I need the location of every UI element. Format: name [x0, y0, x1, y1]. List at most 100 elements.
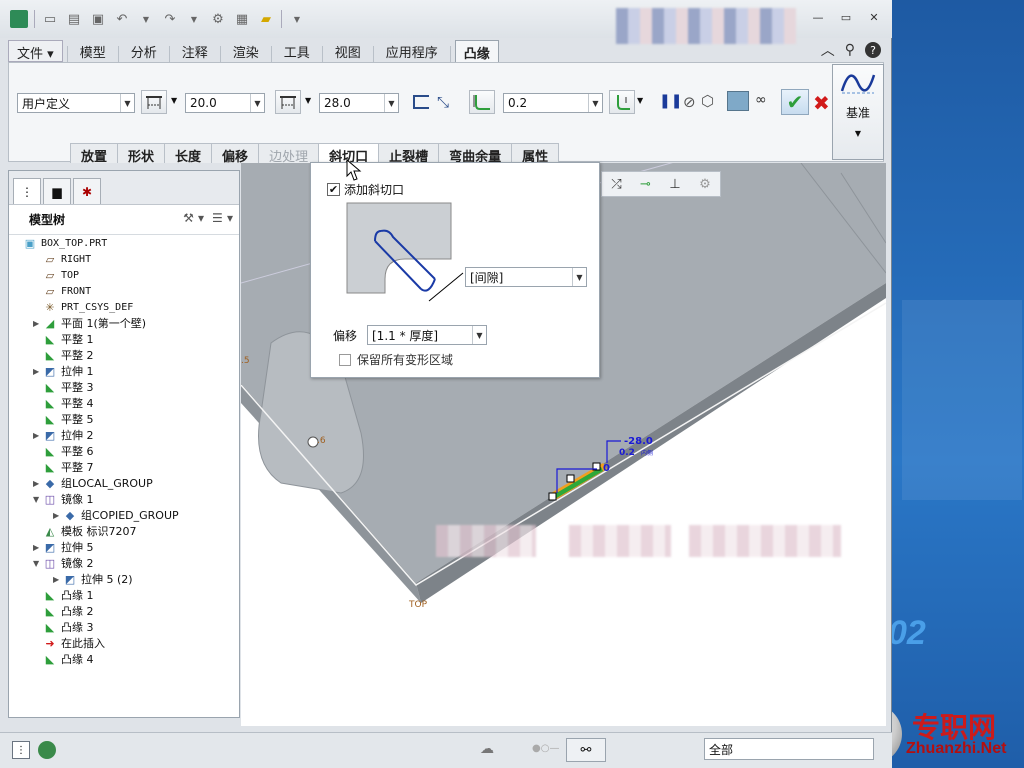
model-tree-toggle-icon[interactable]: ⋮ [12, 741, 30, 759]
undo-icon[interactable]: ↶ [113, 10, 131, 28]
tree-node[interactable]: ◣ 平整 7 [33, 459, 94, 475]
new-file-icon[interactable]: ▭ [41, 10, 59, 28]
tree-node[interactable]: ▶ ◩ 拉伸 5 [33, 539, 94, 555]
model-tree-tab-icon[interactable]: ⋮ [13, 178, 41, 204]
tab-file[interactable]: 文件 ▾ [8, 40, 63, 62]
profile-sketch-icon[interactable] [413, 95, 429, 109]
collapse-ribbon-icon[interactable]: ︿ [821, 40, 835, 60]
regenerate-icon[interactable]: ⚙ [209, 10, 227, 28]
maximize-icon[interactable]: ▭ [839, 10, 853, 24]
tree-settings-icon[interactable]: ⚒ ▾ [183, 211, 204, 225]
tab-offset[interactable]: 偏移 [211, 143, 260, 165]
search-icon[interactable]: ⚲ [845, 42, 855, 58]
bend-side-dropdown-icon[interactable]: ▼ [637, 96, 643, 105]
bend-radius-icon[interactable] [469, 90, 495, 114]
tree-node[interactable]: ◭ 模板 标识7207 [33, 523, 137, 539]
length-type2-icon[interactable] [275, 90, 301, 114]
tab-applications[interactable]: 应用程序 [378, 40, 446, 62]
expand-arrow-icon[interactable]: ▶ [53, 575, 63, 584]
collapse-arrow-icon[interactable]: ▼ [33, 559, 43, 568]
tree-node[interactable]: ◣ 平整 1 [33, 331, 94, 347]
keep-deform-checkbox[interactable] [339, 353, 351, 366]
tab-relief[interactable]: 止裂槽 [378, 143, 440, 165]
tree-filter-icon[interactable]: ☰ ▾ [212, 211, 233, 225]
expand-arrow-icon[interactable]: ▶ [33, 431, 43, 440]
tree-node[interactable]: ◣ 平整 4 [33, 395, 94, 411]
feature-preview-icon[interactable] [727, 91, 749, 111]
tab-flange[interactable]: 凸缘 [454, 40, 499, 62]
flip-icon[interactable]: ⤡ [437, 93, 449, 111]
tab-bend-allowance[interactable]: 弯曲余量 [438, 143, 513, 165]
offset-select[interactable]: [1.1 * 厚度] ▼ [367, 325, 487, 345]
tree-node[interactable]: ◣ 平整 5 [33, 411, 94, 427]
add-miter-checkbox[interactable]: ✔ [327, 183, 340, 196]
thickness-field[interactable]: 0.2 ▼ [503, 93, 603, 113]
shape-select[interactable]: 用户定义 ▼ [17, 93, 135, 113]
open-file-icon[interactable]: ▤ [65, 10, 83, 28]
verify-preview-icon[interactable]: ⬡ [701, 92, 714, 110]
windows-icon[interactable]: ▦ [233, 10, 251, 28]
point-tool-icon[interactable]: ⊸ [640, 177, 651, 192]
tree-node[interactable]: ▶ ◢ 平面 1(第一个壁) [33, 315, 146, 331]
find-icon[interactable]: ⚯ [566, 738, 606, 762]
tree-node[interactable]: ◣ 平整 6 [33, 443, 94, 459]
expand-arrow-icon[interactable]: ▶ [33, 367, 43, 376]
gap-select[interactable]: [间隙] ▼ [465, 267, 587, 287]
close-icon[interactable]: ✕ [867, 10, 881, 24]
tree-node[interactable]: ◣ 凸缘 1 [33, 587, 94, 603]
tab-annotate[interactable]: 注释 [174, 40, 216, 62]
tab-edge-treatment[interactable]: 边处理 [258, 143, 320, 165]
dim-thickness[interactable]: 0.2 [619, 448, 635, 458]
gear-tool-icon[interactable]: ⚙ [699, 177, 711, 192]
redo-dropdown-icon[interactable]: ▼ [185, 10, 203, 28]
tree-node[interactable]: ▱ RIGHT [33, 251, 91, 267]
tree-node[interactable]: ◣ 平整 3 [33, 379, 94, 395]
tab-analysis[interactable]: 分析 [123, 40, 165, 62]
tree-node[interactable]: ▼ ◫ 镜像 2 [33, 555, 94, 571]
tab-tools[interactable]: 工具 [276, 40, 318, 62]
message-icon[interactable]: ☁ [480, 741, 494, 757]
selection-filter[interactable]: 全部 [704, 738, 874, 760]
redo-icon[interactable]: ↷ [161, 10, 179, 28]
collapse-arrow-icon[interactable]: ▼ [33, 495, 43, 504]
browser-toggle-icon[interactable] [38, 741, 56, 759]
tree-node[interactable]: ◣ 平整 2 [33, 347, 94, 363]
minimize-icon[interactable]: — [811, 10, 825, 24]
length-type1-icon[interactable] [141, 90, 167, 114]
help-icon[interactable]: ? [865, 42, 881, 58]
tab-shape[interactable]: 形状 [117, 143, 166, 165]
glasses-preview-icon[interactable]: ∞ [755, 92, 767, 108]
length1-field[interactable]: 20.0 ▼ [185, 93, 265, 113]
tree-node[interactable]: ▶ ◆ 组LOCAL_GROUP [33, 475, 153, 491]
tree-node[interactable]: ▶ ◩ 拉伸 1 [33, 363, 94, 379]
expand-arrow-icon[interactable]: ▶ [53, 511, 63, 520]
length-type1-dropdown-icon[interactable]: ▼ [171, 96, 177, 105]
tree-node[interactable]: ✳ PRT_CSYS_DEF [33, 299, 133, 315]
app-logo-icon[interactable] [10, 10, 28, 28]
tree-node[interactable]: ▶ ◩ 拉伸 2 [33, 427, 94, 443]
close-window-icon[interactable]: ▰ [257, 10, 275, 28]
customize-toolbar-icon[interactable]: ▼ [288, 10, 306, 28]
tab-view[interactable]: 视图 [327, 40, 369, 62]
tab-model[interactable]: 模型 [72, 40, 114, 62]
dim-zero[interactable]: 0 [603, 463, 610, 474]
favorites-tab-icon[interactable]: ✱ [73, 178, 101, 204]
tab-length[interactable]: 长度 [164, 143, 213, 165]
sketch-tool-icon[interactable]: ⤮ [611, 177, 621, 192]
tree-node[interactable]: ◣ 凸缘 2 [33, 603, 94, 619]
expand-arrow-icon[interactable]: ▶ [33, 543, 43, 552]
tree-node[interactable]: ▱ FRONT [33, 283, 91, 299]
datum-button[interactable]: 基准 ▼ [832, 64, 884, 160]
tree-node[interactable]: ➜ 在此插入 [33, 635, 105, 651]
tree-node[interactable]: ▣ BOX_TOP.PRT [13, 235, 107, 251]
undo-dropdown-icon[interactable]: ▼ [137, 10, 155, 28]
cancel-icon[interactable]: ✖ [813, 91, 830, 115]
tree-node[interactable]: ▶ ◆ 组COPIED_GROUP [53, 507, 179, 523]
bend-side-icon[interactable] [609, 90, 635, 114]
tab-render[interactable]: 渲染 [225, 40, 267, 62]
tree-node[interactable]: ▶ ◩ 拉伸 5 (2) [53, 571, 133, 587]
expand-arrow-icon[interactable]: ▶ [33, 479, 43, 488]
tree-node[interactable]: ▱ TOP [33, 267, 79, 283]
save-icon[interactable]: ▣ [89, 10, 107, 28]
axis-tool-icon[interactable]: ⊥ [669, 177, 680, 192]
